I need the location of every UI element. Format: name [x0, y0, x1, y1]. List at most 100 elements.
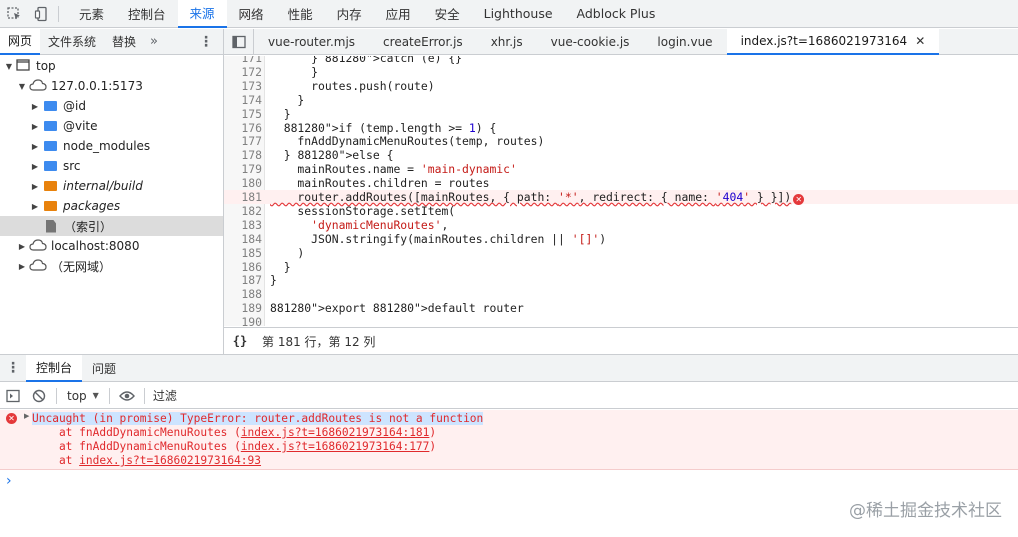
panel-tab[interactable]: 性能 [276, 0, 325, 28]
editor-file-tab[interactable]: login.vue [643, 29, 726, 55]
clear-console-icon[interactable] [26, 383, 52, 409]
line-number[interactable]: 186 [224, 260, 262, 274]
collapsed-triangle-icon[interactable]: ▶ [30, 162, 40, 171]
console-error-message[interactable]: ✕ ▶ Uncaught (in promise) TypeError: rou… [0, 410, 1018, 470]
code-line: 184 JSON.stringify(mainRoutes.children |… [224, 232, 1018, 246]
toolbar-separator [58, 5, 59, 22]
line-source: } [270, 106, 291, 121]
file-tab-label: vue-router.mjs [268, 34, 356, 49]
line-number[interactable]: 181 [224, 190, 262, 204]
panel-tab[interactable]: 控制台 [116, 0, 178, 28]
tree-item[interactable]: ▶ localhost:8080 [0, 236, 223, 256]
collapsed-triangle-icon[interactable]: ▶ [30, 142, 40, 151]
inspect-element-icon[interactable] [0, 0, 28, 28]
collapsed-triangle-icon[interactable]: ▶ [17, 262, 27, 271]
line-number[interactable]: 187 [224, 273, 262, 287]
editor-file-tab[interactable]: index.js?t=1686021973164 ✕ [726, 28, 940, 55]
tree-item[interactable]: ▶ node_modules [0, 136, 223, 156]
panel-tab[interactable]: 网络 [227, 0, 276, 28]
pretty-print-button[interactable]: {} [224, 334, 256, 348]
line-number[interactable]: 183 [224, 218, 262, 232]
tree-item[interactable]: ▶ src [0, 156, 223, 176]
code-line-error: 181 router.addRoutes([mainRoutes, { path… [224, 190, 1018, 205]
line-source: sessionStorage.setItem( [270, 203, 456, 218]
editor-file-tab[interactable]: vue-cookie.js [537, 29, 644, 55]
tree-item-label: localhost:8080 [51, 239, 140, 253]
editor-file-tab[interactable]: xhr.js [477, 29, 537, 55]
line-number[interactable]: 171 [224, 56, 262, 65]
tree-item[interactable]: ▶ （无网域） [0, 256, 223, 276]
tree-item[interactable]: ▼ 127.0.0.1:5173 [0, 76, 223, 96]
line-number[interactable]: 172 [224, 65, 262, 79]
context-selector[interactable]: top ▼ [61, 389, 105, 403]
panel-tab[interactable]: 来源 [177, 0, 227, 28]
more-tabs-icon[interactable]: » [144, 34, 164, 49]
code-line: 176 881280">if (temp.length >= 1) { [224, 121, 1018, 135]
device-toolbar-icon[interactable] [28, 0, 56, 28]
line-number[interactable]: 190 [224, 315, 262, 326]
line-number[interactable]: 176 [224, 121, 262, 135]
line-number[interactable]: 179 [224, 162, 262, 176]
line-source: 881280">export 881280">default router [270, 301, 524, 316]
live-expression-eye-icon[interactable] [114, 383, 140, 409]
collapsed-triangle-icon[interactable]: ▶ [30, 102, 40, 111]
collapsed-triangle-icon[interactable]: ▶ [17, 242, 27, 251]
navigator-tab[interactable]: 替换 [104, 29, 144, 55]
panel-tab[interactable]: Lighthouse [472, 0, 565, 28]
console-filter-input[interactable] [152, 388, 453, 403]
drawer-menu-icon[interactable]: ⋮ [0, 360, 26, 376]
line-number[interactable]: 174 [224, 93, 262, 107]
collapsed-triangle-icon[interactable]: ▶ [30, 182, 40, 191]
navigator-menu-icon[interactable]: ⋮ [189, 34, 223, 50]
navigator-tab[interactable]: 文件系统 [40, 29, 104, 55]
code-editor[interactable]: 171 } 881280">catch (e) {} 172 } 173 route… [224, 56, 1018, 326]
toggle-navigator-icon[interactable] [224, 28, 254, 55]
expanded-triangle-icon[interactable]: ▼ [4, 62, 14, 71]
tree-item[interactable]: ▶ packages [0, 196, 223, 216]
panel-tab[interactable]: Adblock Plus [565, 0, 668, 28]
line-number[interactable]: 184 [224, 232, 262, 246]
line-number[interactable]: 177 [224, 134, 262, 148]
expanded-triangle-icon[interactable]: ▼ [17, 82, 27, 91]
collapsed-triangle-icon[interactable]: ▶ [30, 122, 40, 131]
tree-item[interactable]: ▼ top [0, 56, 223, 76]
tree-item[interactable]: （索引） [0, 216, 223, 236]
toolbar-separator [143, 387, 145, 404]
show-sidebar-icon[interactable] [0, 383, 26, 409]
panel-tab[interactable]: 内存 [325, 0, 374, 28]
close-tab-icon[interactable]: ✕ [915, 34, 925, 48]
drawer-tab[interactable]: 控制台 [26, 354, 83, 382]
folder-icon [44, 141, 57, 151]
tree-item[interactable]: ▶ @id [0, 96, 223, 116]
line-number[interactable]: 189 [224, 301, 262, 315]
tree-item-label: @id [63, 99, 86, 113]
stack-frame-link[interactable]: index.js?t=1686021973164:93 [79, 454, 261, 467]
collapsed-triangle-icon[interactable]: ▶ [30, 202, 40, 211]
expand-triangle-icon[interactable]: ▶ [24, 412, 29, 420]
stack-frame-link[interactable]: index.js?t=1686021973164:177 [241, 440, 430, 453]
line-number[interactable]: 188 [224, 287, 262, 301]
tree-item[interactable]: ▶ internal/build [0, 176, 223, 196]
console-toolbar: top ▼ [0, 383, 1018, 409]
code-line: 174 } [224, 93, 1018, 107]
line-number[interactable]: 178 [224, 148, 262, 162]
code-line: 190 [224, 315, 1018, 326]
panel-tab[interactable]: 应用 [374, 0, 423, 28]
drawer-tab[interactable]: 问题 [82, 355, 126, 382]
panel-tab[interactable]: 安全 [423, 0, 472, 28]
error-icon: ✕ [6, 413, 17, 424]
stack-frame-link[interactable]: index.js?t=1686021973164:181 [241, 426, 430, 439]
line-source: 881280">if (temp.length >= 1) { [283, 120, 497, 135]
line-number[interactable]: 173 [224, 79, 262, 93]
console-prompt-icon[interactable]: › [6, 473, 12, 489]
tree-item[interactable]: ▶ @vite [0, 116, 223, 136]
editor-file-tab[interactable]: vue-router.mjs [254, 29, 369, 55]
line-number[interactable]: 185 [224, 246, 262, 260]
navigator-tab[interactable]: 网页 [0, 28, 41, 55]
panel-tab[interactable]: 元素 [67, 0, 116, 28]
line-number[interactable]: 180 [224, 176, 262, 190]
line-number[interactable]: 182 [224, 204, 262, 218]
line-number[interactable]: 175 [224, 107, 262, 121]
editor-status-bar: {} 第 181 行，第 12 列 [224, 327, 1018, 354]
editor-file-tab[interactable]: createError.js [369, 29, 477, 55]
